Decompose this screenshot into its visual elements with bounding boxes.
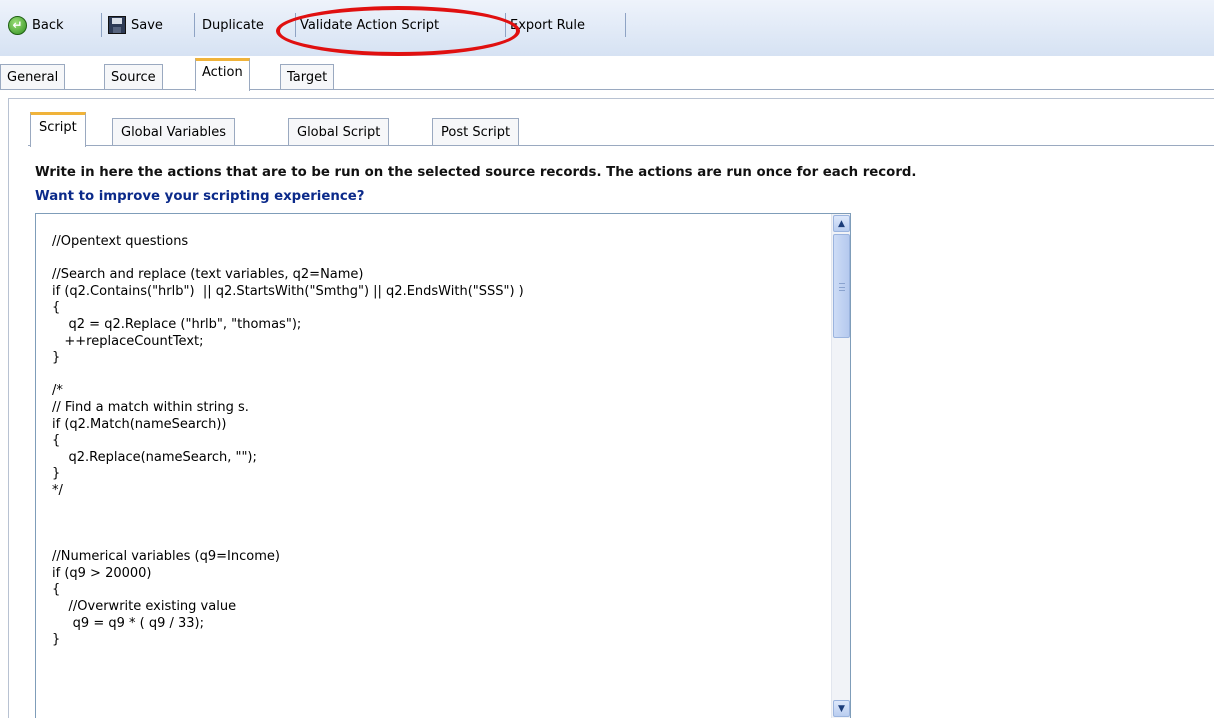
- duplicate-button[interactable]: Duplicate: [202, 10, 264, 40]
- scroll-thumb[interactable]: [833, 234, 850, 338]
- tab-label: Action: [202, 65, 243, 80]
- script-line: q2.Replace(nameSearch, "");: [52, 449, 257, 465]
- script-line: [52, 533, 842, 550]
- tab-label: General: [7, 70, 59, 85]
- script-line: //Search and replace (text variables, q2…: [52, 267, 364, 283]
- scroll-up-icon[interactable]: ▲: [833, 215, 850, 232]
- script-line: q9 = q9 * ( q9 / 33);: [52, 615, 204, 631]
- subtab-label: Post Script: [441, 125, 511, 140]
- script-line: [52, 367, 842, 384]
- tab-divider: [0, 89, 1214, 90]
- save-label: Save: [131, 17, 163, 33]
- toolbar-separator: [194, 13, 195, 37]
- toolbar: ↵ Back Save Duplicate Validate Action Sc…: [0, 0, 1214, 56]
- script-line: [52, 516, 842, 533]
- toolbar-separator: [101, 13, 102, 37]
- script-line: }: [52, 466, 61, 482]
- script-text[interactable]: //Opentext questions //Search and replac…: [52, 234, 842, 649]
- back-button[interactable]: ↵ Back: [8, 10, 64, 40]
- script-line: //Opentext questions: [52, 234, 189, 249]
- script-line: */: [52, 482, 63, 498]
- script-line: //Numerical variables (q9=Income): [52, 549, 280, 565]
- script-line: if (q9 > 20000): [52, 565, 152, 581]
- script-line: if (q2.Contains("hrlb") || q2.StartsWith…: [52, 283, 524, 299]
- script-line: /*: [52, 383, 63, 399]
- tab-general[interactable]: General: [0, 64, 66, 90]
- duplicate-label: Duplicate: [202, 17, 264, 33]
- script-line: [52, 251, 842, 268]
- back-icon: ↵: [8, 15, 27, 35]
- subtab-script[interactable]: Script: [30, 112, 86, 147]
- subtab-post-script[interactable]: Post Script: [432, 118, 520, 146]
- save-button[interactable]: Save: [108, 10, 163, 40]
- export-label: Export Rule: [510, 17, 585, 33]
- script-line: }: [52, 350, 61, 366]
- subtab-label: Global Variables: [121, 125, 227, 140]
- subtab-divider: [28, 145, 1214, 146]
- scroll-down-icon[interactable]: ▼: [833, 700, 850, 717]
- script-editor[interactable]: //Opentext questions //Search and replac…: [35, 213, 851, 718]
- toolbar-separator: [625, 13, 626, 37]
- grip-icon: [839, 283, 845, 291]
- script-line: {: [52, 582, 61, 598]
- script-line: q2 = q2.Replace ("hrlb", "thomas");: [52, 316, 302, 332]
- subtab-global-variables[interactable]: Global Variables: [112, 118, 236, 146]
- main-tab-bar: General Source Action Target: [0, 56, 1214, 91]
- export-rule-button[interactable]: Export Rule: [510, 10, 585, 40]
- script-line: {: [52, 433, 61, 449]
- tab-source[interactable]: Source: [104, 64, 163, 90]
- tab-target[interactable]: Target: [280, 64, 335, 90]
- script-line: if (q2.Match(nameSearch)): [52, 416, 227, 432]
- tab-label: Source: [111, 70, 156, 85]
- script-line: {: [52, 300, 61, 316]
- script-line: // Find a match within string s.: [52, 399, 249, 415]
- script-line: //Overwrite existing value: [52, 599, 237, 615]
- subtab-global-script[interactable]: Global Script: [288, 118, 390, 146]
- script-description: Write in here the actions that are to be…: [35, 165, 917, 180]
- subtab-label: Global Script: [297, 125, 381, 140]
- tab-action[interactable]: Action: [195, 58, 250, 91]
- vertical-scrollbar[interactable]: ▲ ▼: [831, 214, 850, 718]
- script-line: ++replaceCountText;: [52, 333, 204, 349]
- subtab-label: Script: [39, 120, 77, 135]
- save-icon: [108, 16, 126, 34]
- script-line: [52, 500, 842, 517]
- tab-label: Target: [287, 70, 328, 85]
- highlight-annotation: [276, 6, 520, 56]
- back-label: Back: [32, 17, 64, 33]
- improve-scripting-link[interactable]: Want to improve your scripting experienc…: [35, 189, 364, 204]
- script-line: }: [52, 632, 61, 648]
